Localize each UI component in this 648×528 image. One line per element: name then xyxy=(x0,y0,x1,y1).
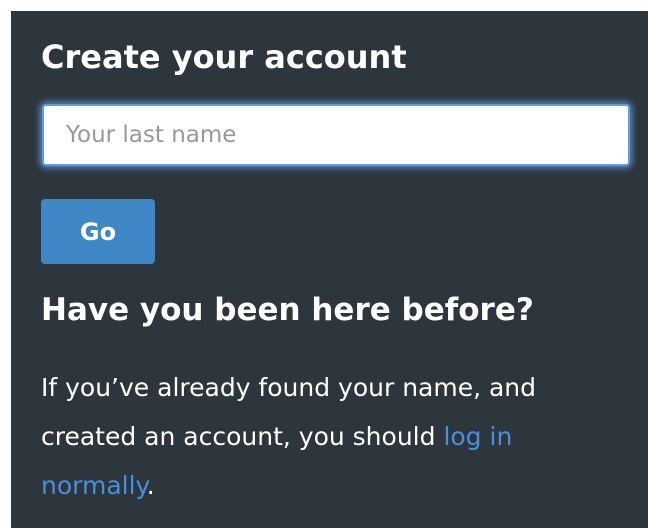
create-account-panel: Create your account Go Have you been her… xyxy=(11,11,648,528)
returning-user-heading: Have you been here before? xyxy=(41,292,534,328)
returning-user-text: If you’ve already found your name, and c… xyxy=(41,363,621,510)
go-button[interactable]: Go xyxy=(41,199,155,264)
last-name-input[interactable] xyxy=(42,104,630,166)
returning-text-after: . xyxy=(146,471,155,500)
page-title: Create your account xyxy=(41,38,407,76)
